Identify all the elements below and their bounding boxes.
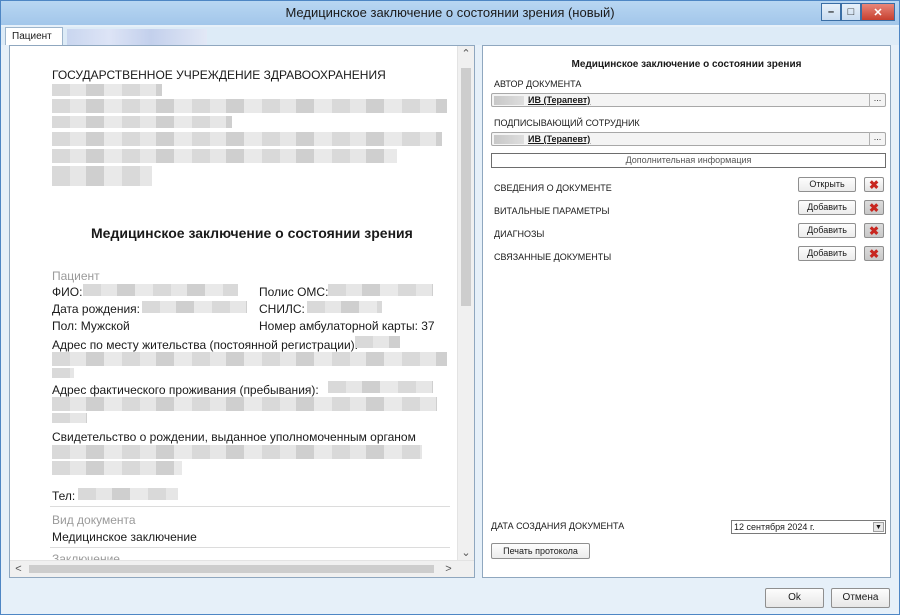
redacted-text xyxy=(307,301,382,313)
vertical-scroll-thumb[interactable] xyxy=(461,68,471,306)
divider xyxy=(50,506,450,507)
doc-type-value: Медицинское заключение xyxy=(52,530,197,544)
redacted-text xyxy=(52,461,182,475)
section-label: ДИАГНОЗЫ xyxy=(494,229,545,239)
delete-related-document-button[interactable]: ✖ xyxy=(864,246,884,261)
section-label: СВЕДЕНИЯ О ДОКУМЕНТЕ xyxy=(494,183,612,193)
redacted-text xyxy=(52,368,74,378)
signer-browse-button[interactable]: ... xyxy=(869,132,885,146)
author-label: АВТОР ДОКУМЕНТА xyxy=(494,79,582,89)
card-number: Номер амбулаторной карты: 37 xyxy=(259,319,435,333)
doc-type-label: Вид документа xyxy=(52,513,136,527)
dropdown-arrow-icon[interactable]: ▼ xyxy=(873,522,884,532)
divider xyxy=(50,547,450,548)
redacted-text xyxy=(494,135,524,144)
section-label: СВЯЗАННЫЕ ДОКУМЕНТЫ xyxy=(494,252,612,262)
maximize-button[interactable]: □ xyxy=(841,3,861,21)
redacted-text xyxy=(52,84,162,96)
reg-address-label: Адрес по месту жительства (постоянной ре… xyxy=(52,338,358,352)
author-value: ИВ (Терапевт) xyxy=(528,95,591,105)
redacted-text xyxy=(52,445,422,459)
org-name: ГОСУДАРСТВЕННОЕ УЧРЕЖДЕНИЕ ЗДРАВООХРАНЕН… xyxy=(52,68,386,82)
fio-label: ФИО: xyxy=(52,285,83,299)
title-bar[interactable]: Медицинское заключение о состоянии зрени… xyxy=(1,1,899,25)
delete-document-info-button[interactable]: ✖ xyxy=(864,177,884,192)
oms-label: Полис ОМС: xyxy=(259,285,329,299)
signer-field[interactable]: ИВ (Терапевт) ... xyxy=(491,132,886,146)
vertical-scrollbar[interactable]: ⌃ ⌄ xyxy=(457,46,474,562)
signer-label: ПОДПИСЫВАЮЩИЙ СОТРУДНИК xyxy=(494,118,640,128)
patient-section-label: Пациент xyxy=(52,269,100,283)
delete-vitals-button[interactable]: ✖ xyxy=(864,200,884,215)
author-field[interactable]: ИВ (Терапевт) ... xyxy=(491,93,886,107)
add-related-document-button[interactable]: Добавить xyxy=(798,246,856,261)
fact-address-label: Адрес фактического проживания (пребывани… xyxy=(52,383,319,397)
document-content: ГОСУДАРСТВЕННОЕ УЧРЕЖДЕНИЕ ЗДРАВООХРАНЕН… xyxy=(10,46,458,562)
signer-value: ИВ (Терапевт) xyxy=(528,134,591,144)
redacted-text xyxy=(328,284,433,296)
minimize-button[interactable]: – xyxy=(821,3,841,21)
document-properties-panel: Медицинское заключение о состоянии зрени… xyxy=(482,45,891,578)
redacted-text xyxy=(83,284,238,296)
redacted-text xyxy=(328,381,433,393)
redacted-text xyxy=(52,413,87,423)
delete-icon: ✖ xyxy=(868,223,880,238)
redacted-text xyxy=(78,488,178,500)
panel-title: Медицинское заключение о состоянии зрени… xyxy=(571,59,802,70)
dob-label: Дата рождения: xyxy=(52,302,140,316)
cancel-button[interactable]: Отмена xyxy=(831,588,890,608)
scroll-right-icon[interactable]: > xyxy=(440,561,457,577)
certificate-label: Свидетельство о рождении, выданное уполн… xyxy=(52,430,416,444)
section-label: ВИТАЛЬНЫЕ ПАРАМЕТРЫ xyxy=(494,206,610,216)
snils-label: СНИЛС: xyxy=(259,302,305,316)
horizontal-scroll-thumb[interactable] xyxy=(29,565,434,573)
redacted-text xyxy=(52,149,397,163)
extra-info-button[interactable]: Дополнительная информация xyxy=(491,153,886,168)
author-browse-button[interactable]: ... xyxy=(869,93,885,107)
sex-value: Пол: Мужской xyxy=(52,319,130,333)
redacted-text xyxy=(52,352,447,366)
redacted-text xyxy=(142,301,247,313)
ok-button[interactable]: Ok xyxy=(765,588,824,608)
close-button[interactable]: ✕ xyxy=(861,3,895,21)
document-heading: Медицинское заключение о состоянии зрени… xyxy=(91,225,413,241)
phone-label: Тел: xyxy=(52,489,76,503)
tab-strip: Пациент xyxy=(1,27,899,45)
delete-diagnosis-button[interactable]: ✖ xyxy=(864,223,884,238)
redacted-text xyxy=(52,132,442,146)
creation-date-value: 12 сентября 2024 г. xyxy=(734,522,815,532)
delete-icon: ✖ xyxy=(868,246,880,261)
scroll-left-icon[interactable]: < xyxy=(10,561,27,577)
scroll-up-icon[interactable]: ⌃ xyxy=(458,46,474,63)
redacted-text xyxy=(355,336,400,348)
document-preview-panel: ГОСУДАРСТВЕННОЕ УЧРЕЖДЕНИЕ ЗДРАВООХРАНЕН… xyxy=(9,45,475,578)
delete-icon: ✖ xyxy=(868,200,880,215)
add-diagnosis-button[interactable]: Добавить xyxy=(798,223,856,238)
dialog-window: Медицинское заключение о состоянии зрени… xyxy=(0,0,900,615)
tab-patient[interactable]: Пациент xyxy=(5,27,63,45)
window-title: Медицинское заключение о состоянии зрени… xyxy=(285,5,615,20)
redacted-text xyxy=(494,96,524,105)
tab-redacted[interactable] xyxy=(67,29,207,45)
open-document-info-button[interactable]: Открыть xyxy=(798,177,856,192)
delete-icon: ✖ xyxy=(868,177,880,192)
redacted-text xyxy=(52,397,437,411)
redacted-text xyxy=(52,166,152,186)
creation-date-label: ДАТА СОЗДАНИЯ ДОКУМЕНТА xyxy=(491,521,625,531)
creation-date-select[interactable]: 12 сентября 2024 г. ▼ xyxy=(731,520,886,534)
horizontal-scrollbar[interactable]: < > xyxy=(10,560,474,577)
redacted-text xyxy=(52,99,447,113)
add-vitals-button[interactable]: Добавить xyxy=(798,200,856,215)
redacted-text xyxy=(52,116,232,128)
print-protocol-button[interactable]: Печать протокола xyxy=(491,543,590,559)
